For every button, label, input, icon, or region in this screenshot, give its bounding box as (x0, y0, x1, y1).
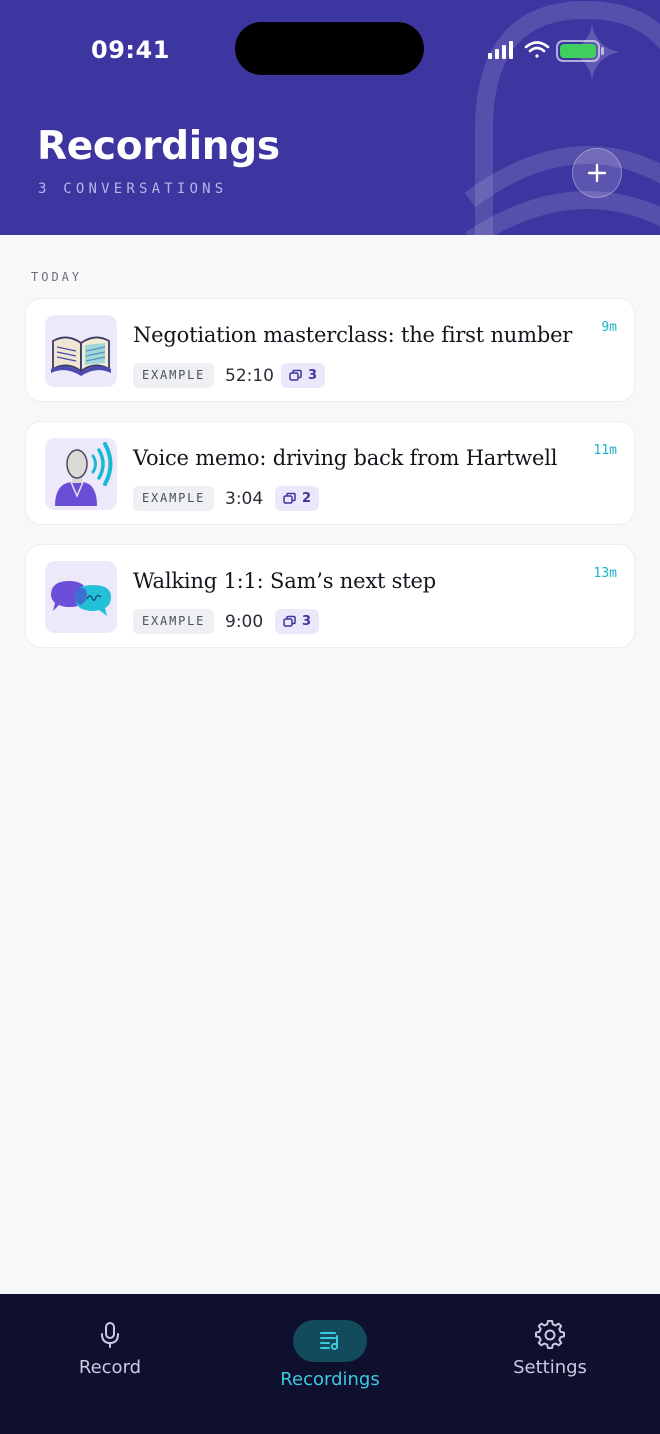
header: 09:41 Recordings 3 CONVERSATIONS (0, 0, 660, 235)
clips-count: 3 (308, 368, 318, 383)
tab-label: Recordings (280, 1369, 380, 1390)
recording-age: 11m (593, 443, 617, 458)
section-label: TODAY (31, 270, 83, 284)
recording-duration: 52:10 (225, 366, 274, 386)
open-book-illustration (45, 315, 117, 387)
battery-icon (556, 40, 604, 62)
tab-label: Settings (513, 1357, 587, 1378)
recording-title: Voice memo: driving back from Hartwell (133, 446, 558, 470)
status-icons (488, 40, 604, 62)
recording-card[interactable]: Voice memo: driving back from Hartwell 1… (25, 421, 635, 525)
conversation-count: 3 CONVERSATIONS (38, 181, 228, 197)
microphone-icon (101, 1322, 119, 1348)
tab-bar: Record Recordings Settings (0, 1294, 660, 1434)
clips-count: 2 (302, 491, 312, 506)
example-badge: EXAMPLE (133, 486, 215, 511)
recording-title: Walking 1:1: Sam’s next step (133, 569, 436, 593)
gear-icon (535, 1320, 565, 1350)
clips-count-badge: 3 (281, 363, 326, 388)
clips-count: 3 (302, 614, 312, 629)
clips-icon (283, 615, 296, 627)
recording-title: Negotiation masterclass: the first numbe… (133, 323, 573, 347)
tab-recordings[interactable]: Recordings (220, 1294, 440, 1434)
page-title: Recordings (37, 124, 280, 169)
recording-age: 13m (593, 566, 617, 581)
tab-record[interactable]: Record (0, 1294, 220, 1434)
recording-age: 9m (601, 320, 617, 335)
speaking-person-illustration (45, 438, 117, 510)
chat-bubbles-illustration (45, 561, 117, 633)
add-recording-button[interactable] (572, 148, 622, 198)
recording-card[interactable]: Negotiation masterclass: the first numbe… (25, 298, 635, 402)
recording-card[interactable]: Walking 1:1: Sam’s next step 13m EXAMPLE… (25, 544, 635, 648)
recording-duration: 3:04 (225, 489, 264, 509)
dynamic-island (235, 22, 424, 75)
tab-label: Record (78, 1357, 142, 1378)
clips-icon (283, 492, 296, 504)
playlist-icon (320, 1332, 339, 1351)
plus-icon (587, 163, 607, 183)
clips-count-badge: 2 (275, 486, 320, 511)
clips-count-badge: 3 (275, 609, 320, 634)
recording-duration: 9:00 (225, 612, 264, 632)
example-badge: EXAMPLE (133, 609, 215, 634)
wifi-icon (524, 41, 550, 58)
clips-icon (289, 369, 302, 381)
signal-icon (488, 41, 513, 59)
tab-settings[interactable]: Settings (440, 1294, 660, 1434)
example-badge: EXAMPLE (133, 363, 215, 388)
status-time: 09:41 (91, 36, 170, 64)
